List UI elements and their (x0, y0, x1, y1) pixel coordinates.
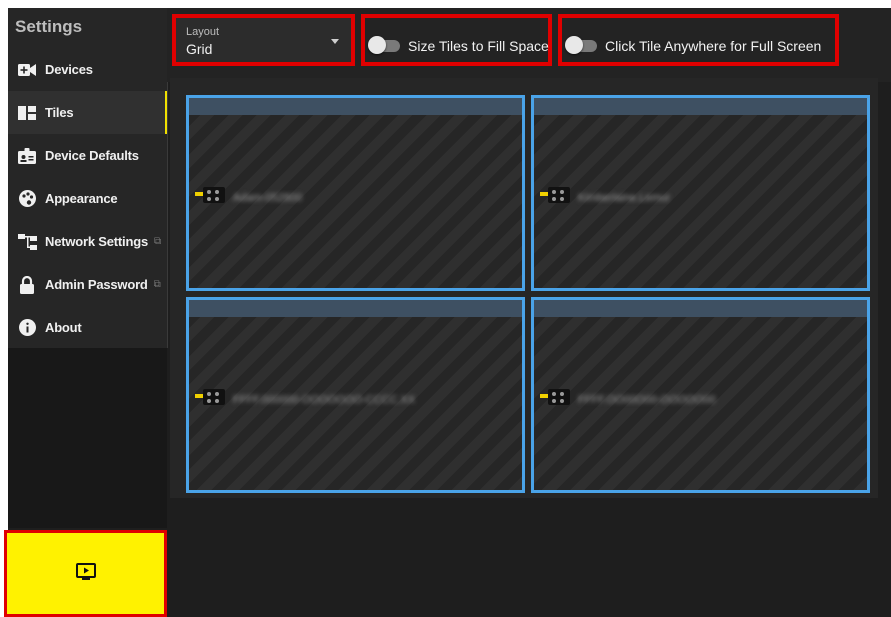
size-tiles-label: Size Tiles to Fill Space (408, 38, 549, 54)
sidebar-item-devices[interactable]: Devices (8, 48, 167, 91)
sidebar-item-device-defaults[interactable]: Device Defaults (8, 134, 167, 177)
switch-knob (368, 36, 386, 54)
camera-icon (538, 385, 574, 414)
sidebar-item-tiles[interactable]: Tiles (8, 91, 167, 134)
layout-label: Layout (186, 26, 220, 38)
camera-tile[interactable]: Kimberlaine.Lemur (531, 95, 870, 291)
size-tiles-toggle[interactable]: Size Tiles to Fill Space (368, 36, 549, 54)
tile-body: FFFF.000000-OOOOOOO-CCCC.XX (193, 385, 415, 414)
video-plus-icon (17, 60, 37, 80)
sidebar-item-label: Network Settings (45, 234, 148, 249)
tile-header (534, 300, 867, 317)
tile-header (189, 98, 522, 115)
tile-header (534, 98, 867, 115)
sidebar-item-label: Device Defaults (45, 148, 139, 163)
sidebar-item-label: Admin Password (45, 277, 148, 292)
switch-knob (565, 36, 583, 54)
external-link-icon: ⧉ (153, 236, 162, 247)
sidebar-item-network-settings[interactable]: Network Settings ⧉ (8, 220, 167, 263)
sidebar-item-label: Tiles (45, 105, 74, 120)
sidebar: Settings Devices Tiles Device Defaults A… (8, 8, 168, 348)
tiles-icon (17, 103, 37, 123)
id-badge-icon (17, 146, 37, 166)
camera-tile[interactable]: FFFF.OO00O00-OOOOO00 (531, 297, 870, 493)
tile-name: FFFF.000000-OOOOOOO-CCCC.XX (233, 393, 416, 406)
tile-body: FFFF.OO00O00-OOOOO00 (538, 385, 716, 414)
sidebar-title: Settings (15, 17, 83, 36)
sidebar-item-label: Devices (45, 62, 93, 77)
tile-name: FFFF.OO00O00-OOOOO00 (578, 393, 716, 406)
sidebar-item-label: Appearance (45, 191, 118, 206)
play-screen-icon (75, 562, 96, 585)
tile-name: Adam-052800 (233, 191, 303, 204)
tile-body: Kimberlaine.Lemur (538, 183, 670, 212)
sidebar-item-about[interactable]: About (8, 306, 167, 349)
click-tile-label: Click Tile Anywhere for Full Screen (605, 38, 822, 54)
camera-tile[interactable]: FFFF.000000-OOOOOOO-CCCC.XX (186, 297, 525, 493)
layout-select[interactable]: Layout Grid (176, 18, 351, 62)
sidebar-spacer (8, 348, 167, 528)
network-icon (17, 232, 37, 252)
sidebar-item-label: About (45, 320, 82, 335)
info-icon (17, 318, 37, 338)
sidebar-item-admin-password[interactable]: Admin Password ⧉ (8, 263, 167, 306)
layout-value: Grid (186, 41, 213, 57)
click-tile-fullscreen-toggle[interactable]: Click Tile Anywhere for Full Screen (565, 36, 822, 54)
play-screen-button[interactable] (4, 530, 167, 617)
click-tile-switch[interactable] (565, 36, 597, 54)
chevron-down-icon (331, 39, 339, 44)
size-tiles-switch[interactable] (368, 36, 400, 54)
lock-icon (17, 275, 37, 295)
tile-header (189, 300, 522, 317)
sidebar-item-appearance[interactable]: Appearance (8, 177, 167, 220)
tile-body: Adam-052800 (193, 183, 302, 212)
camera-icon (193, 385, 229, 414)
camera-tile[interactable]: Adam-052800 (186, 95, 525, 291)
external-link-icon: ⧉ (153, 279, 161, 290)
tile-name: Kimberlaine.Lemur (578, 191, 671, 204)
palette-icon (17, 189, 37, 209)
camera-icon (193, 183, 229, 212)
camera-icon (538, 183, 574, 212)
